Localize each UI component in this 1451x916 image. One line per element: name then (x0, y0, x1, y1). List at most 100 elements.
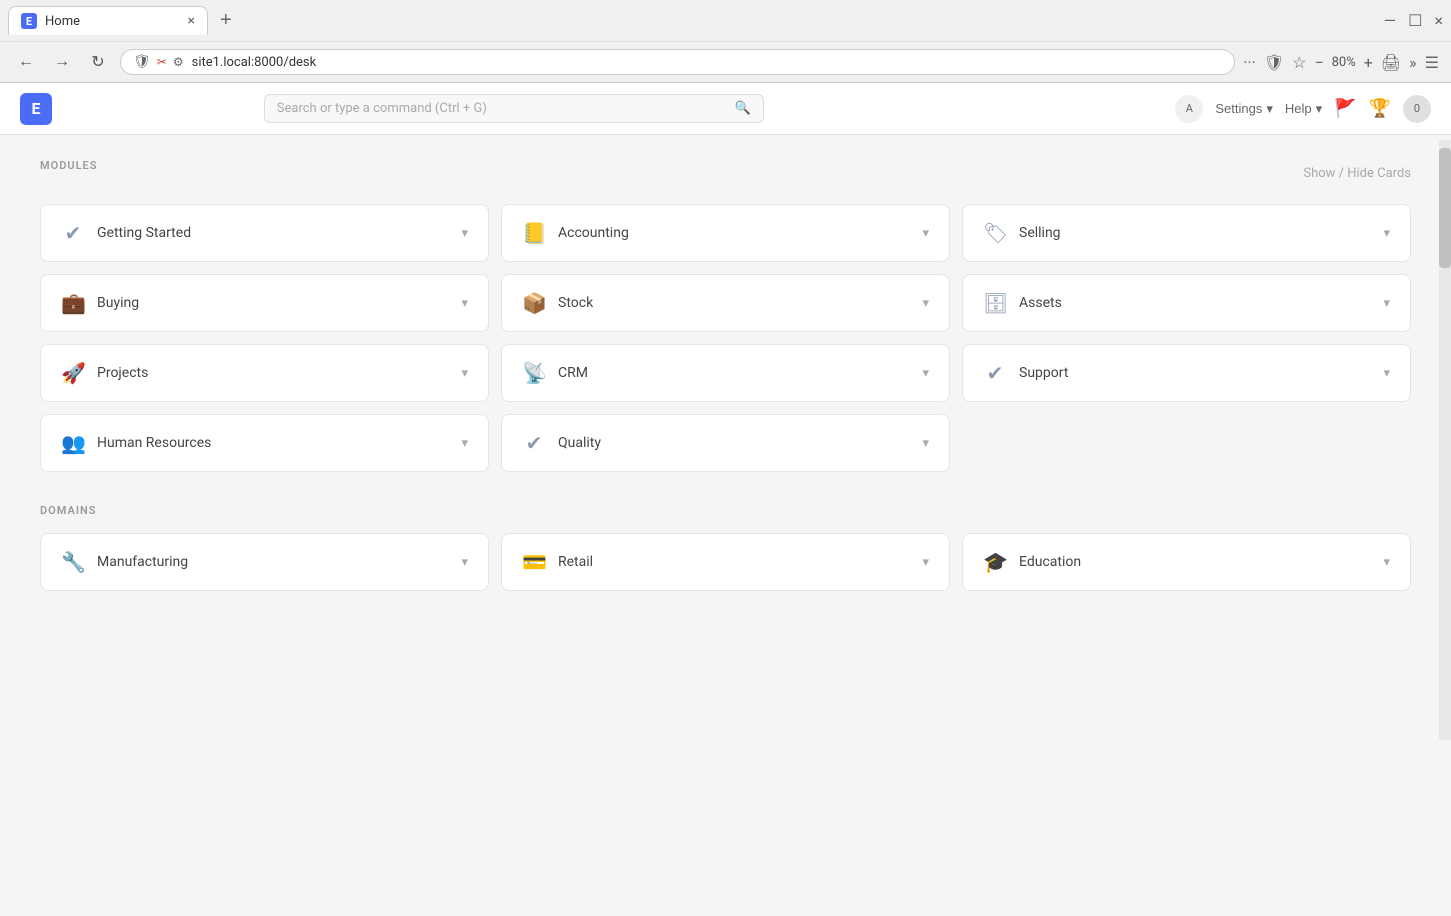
browser-tab[interactable]: E Home × (8, 6, 208, 35)
quality-name: Quality (558, 435, 601, 451)
manufacturing-chevron-icon: ▾ (461, 555, 468, 570)
print-icon[interactable]: 🖨 (1381, 53, 1401, 72)
module-card-stock[interactable]: 📦 Stock ▾ (501, 274, 950, 332)
app-logo[interactable]: E (20, 93, 52, 125)
module-card-assets[interactable]: 🗄 Assets ▾ (962, 274, 1411, 332)
minimize-button[interactable]: — (1384, 11, 1397, 30)
module-card-left: 🔧 Manufacturing (61, 550, 188, 574)
zoom-plus-icon[interactable]: + (1364, 53, 1373, 72)
module-card-left: ✔ Support (983, 361, 1068, 385)
module-card-left: ✔ Quality (522, 431, 601, 455)
browser-titlebar: E Home × + — ☐ × (0, 0, 1451, 41)
module-card-retail[interactable]: 💳 Retail ▾ (501, 533, 950, 591)
retail-name: Retail (558, 554, 593, 570)
education-chevron-icon: ▾ (1383, 555, 1390, 570)
address-bar[interactable]: 🛡 ✂ ⚙ site1.local:8000/desk (120, 49, 1235, 75)
selling-name: Selling (1019, 225, 1061, 241)
domains-section: DOMAINS 🔧 Manufacturing ▾ 💳 Retail ▾ 🎓 E… (40, 504, 1411, 591)
trophy-icon[interactable]: 🏆 (1369, 98, 1391, 119)
stock-chevron-icon: ▾ (922, 296, 929, 311)
settings-button[interactable]: Settings ▾ (1215, 101, 1273, 117)
getting-started-name: Getting Started (97, 225, 191, 241)
module-card-left: ✔ Getting Started (61, 221, 191, 245)
education-icon: 🎓 (983, 550, 1007, 574)
zoom-level: 80% (1332, 55, 1356, 70)
module-card-getting-started[interactable]: ✔ Getting Started ▾ (40, 204, 489, 262)
url-text: site1.local:8000/desk (192, 55, 317, 70)
assets-icon: 🗄 (983, 291, 1007, 315)
modules-section-header: MODULES Show / Hide Cards (40, 159, 1411, 188)
reload-button[interactable]: ↻ (84, 48, 112, 76)
tab-favicon: E (21, 13, 37, 29)
module-card-accounting[interactable]: 📒 Accounting ▾ (501, 204, 950, 262)
help-label: Help (1285, 101, 1312, 116)
extensions-icon[interactable]: » (1409, 53, 1417, 72)
menu-icon[interactable]: ☰ (1425, 53, 1439, 72)
back-button[interactable]: ← (12, 48, 40, 76)
window-close-button[interactable]: × (1434, 11, 1443, 30)
module-card-left: 🎓 Education (983, 550, 1081, 574)
help-button[interactable]: Help ▾ (1285, 101, 1322, 117)
module-card-projects[interactable]: 🚀 Projects ▾ (40, 344, 489, 402)
language-button[interactable]: A (1175, 95, 1203, 123)
scrollbar[interactable] (1439, 140, 1451, 740)
module-card-left: 🚀 Projects (61, 361, 148, 385)
stock-icon: 📦 (522, 291, 546, 315)
module-card-support[interactable]: ✔ Support ▾ (962, 344, 1411, 402)
module-card-crm[interactable]: 📡 CRM ▾ (501, 344, 950, 402)
module-card-manufacturing[interactable]: 🔧 Manufacturing ▾ (40, 533, 489, 591)
support-name: Support (1019, 365, 1068, 381)
browser-chrome: E Home × + — ☐ × ← → ↻ 🛡 ✂ ⚙ site1.local… (0, 0, 1451, 83)
new-tab-button[interactable]: + (212, 9, 240, 32)
help-chevron-icon: ▾ (1316, 101, 1323, 117)
window-controls: — ☐ × (1384, 11, 1443, 30)
module-card-education[interactable]: 🎓 Education ▾ (962, 533, 1411, 591)
maximize-button[interactable]: ☐ (1408, 11, 1422, 30)
stock-name: Stock (558, 295, 593, 311)
tab-close-button[interactable]: × (188, 13, 195, 29)
getting-started-chevron-icon: ▾ (461, 226, 468, 241)
zoom-minus-icon[interactable]: − (1314, 53, 1323, 72)
search-placeholder-text: Search or type a command (Ctrl + G) (277, 101, 727, 116)
module-card-quality[interactable]: ✔ Quality ▾ (501, 414, 950, 472)
notification-flag-icon[interactable]: 🚩 (1334, 98, 1356, 119)
bookmark-icon[interactable]: ☆ (1292, 53, 1306, 72)
module-card-human-resources[interactable]: 👥 Human Resources ▾ (40, 414, 489, 472)
accounting-name: Accounting (558, 225, 629, 241)
scrollbar-thumb[interactable] (1439, 148, 1451, 268)
support-icon: ✔ (983, 361, 1007, 385)
tab-title: Home (45, 14, 80, 29)
more-options-icon[interactable]: ··· (1243, 53, 1256, 72)
module-card-selling[interactable]: 🏷 Selling ▾ (962, 204, 1411, 262)
support-chevron-icon: ▾ (1383, 366, 1390, 381)
accounting-icon: 📒 (522, 221, 546, 245)
shield-toolbar-icon[interactable]: 🛡 (1264, 53, 1284, 72)
module-card-left: 💳 Retail (522, 550, 593, 574)
app-header: E Search or type a command (Ctrl + G) 🔍 … (0, 83, 1451, 135)
assets-name: Assets (1019, 295, 1062, 311)
toolbar-right: ··· 🛡 ☆ − 80% + 🖨 » ☰ (1243, 53, 1439, 72)
module-card-left: 📒 Accounting (522, 221, 629, 245)
human-resources-name: Human Resources (97, 435, 211, 451)
module-card-buying[interactable]: 💼 Buying ▾ (40, 274, 489, 332)
human-resources-chevron-icon: ▾ (461, 436, 468, 451)
human-resources-icon: 👥 (61, 431, 85, 455)
modules-grid: ✔ Getting Started ▾ 📒 Accounting ▾ 🏷 Sel… (40, 204, 1411, 472)
projects-name: Projects (97, 365, 148, 381)
module-card-left: 🗄 Assets (983, 291, 1062, 315)
projects-chevron-icon: ▾ (461, 366, 468, 381)
notification-count-badge[interactable]: 0 (1403, 95, 1431, 123)
selling-icon: 🏷 (983, 221, 1007, 245)
search-icon: 🔍 (735, 101, 751, 116)
show-hide-cards-link[interactable]: Show / Hide Cards (1303, 166, 1411, 181)
quality-icon: ✔ (522, 431, 546, 455)
cookie-icon: ⚙ (173, 55, 184, 69)
search-bar[interactable]: Search or type a command (Ctrl + G) 🔍 (264, 94, 764, 123)
crm-chevron-icon: ▾ (922, 366, 929, 381)
shield-icon: 🛡 (133, 54, 151, 70)
module-card-left: 🏷 Selling (983, 221, 1061, 245)
module-card-left: 💼 Buying (61, 291, 139, 315)
forward-button[interactable]: → (48, 48, 76, 76)
retail-icon: 💳 (522, 550, 546, 574)
getting-started-icon: ✔ (61, 221, 85, 245)
